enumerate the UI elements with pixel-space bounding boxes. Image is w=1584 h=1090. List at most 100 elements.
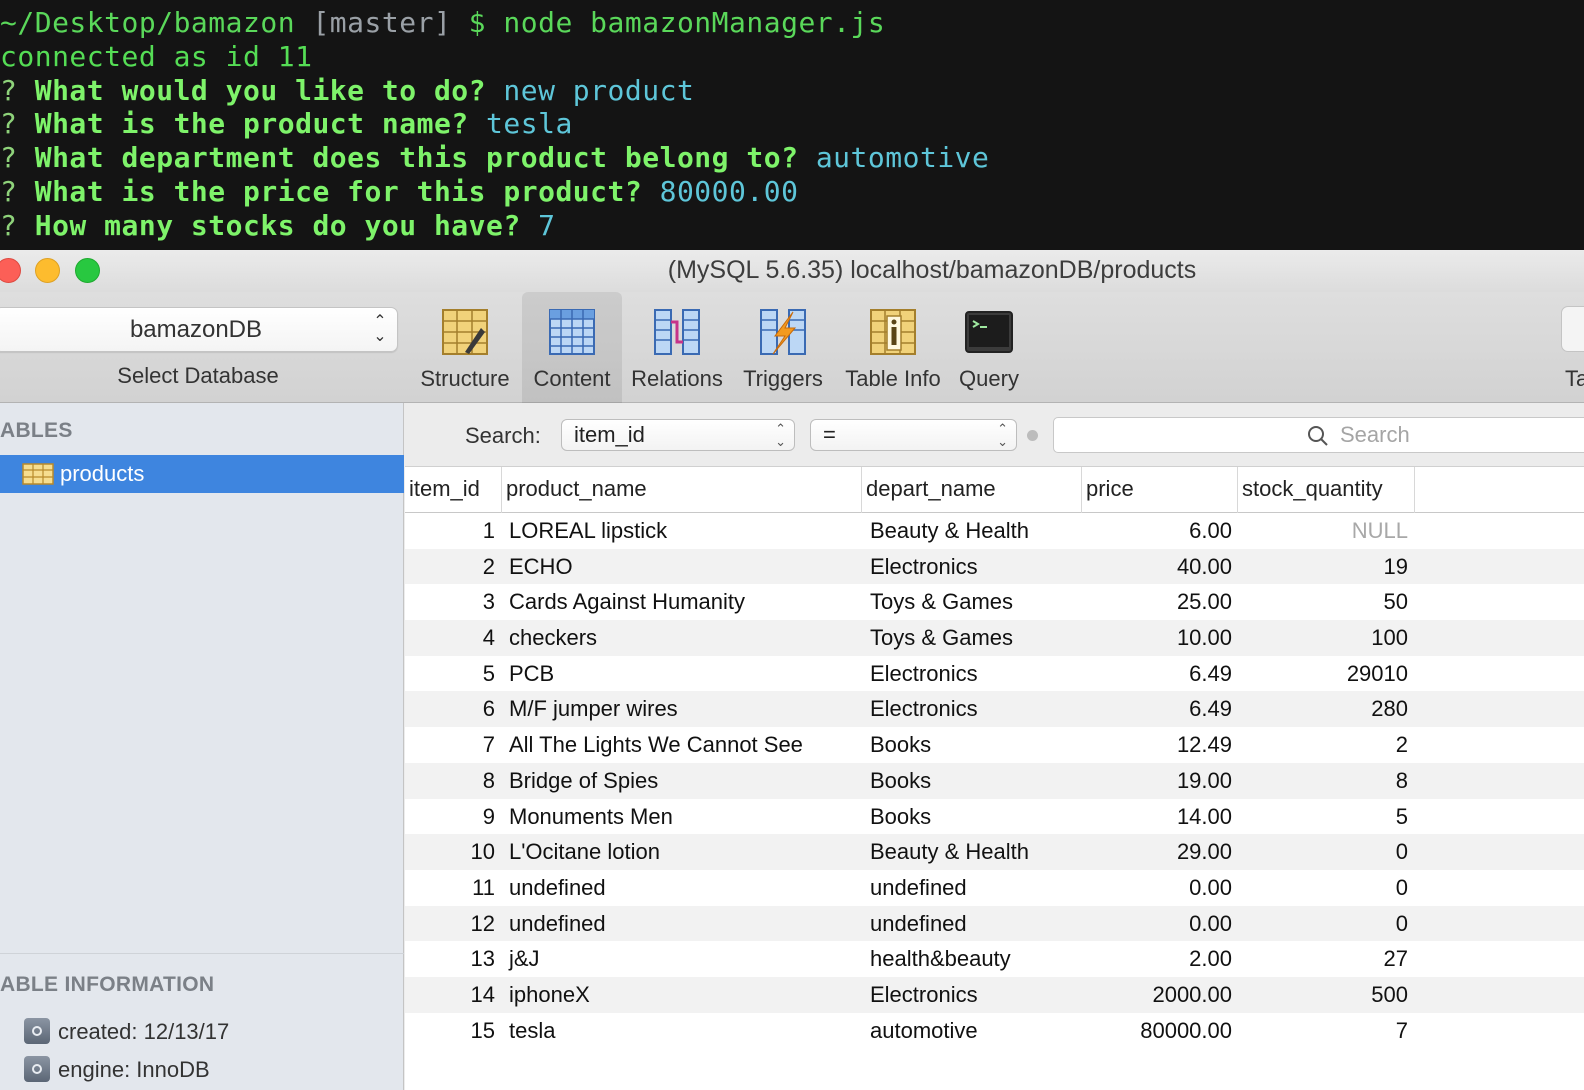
cell-stock-quantity[interactable]: 500 <box>1239 977 1408 1013</box>
cell-depart-name[interactable]: Electronics <box>870 977 1080 1013</box>
cell-price[interactable]: 6.49 <box>1083 656 1232 692</box>
table-row[interactable]: 14 iphoneX Electronics 2000.00 500 <box>405 976 1584 1013</box>
cell-stock-quantity[interactable]: 0 <box>1239 870 1408 906</box>
table-row[interactable]: 7 All The Lights We Cannot See Books 12.49 2 <box>405 727 1584 763</box>
table-row[interactable]: 8 Bridge of Spies Books 19.00 8 <box>405 762 1584 799</box>
cell-stock-quantity[interactable]: 19 <box>1239 549 1408 585</box>
cell-depart-name[interactable]: automotive <box>870 1013 1080 1049</box>
cell-item-id[interactable]: 10 <box>405 834 495 870</box>
cell-depart-name[interactable]: Books <box>870 727 1080 763</box>
column-header-item-id[interactable]: item_id <box>405 467 502 513</box>
cell-depart-name[interactable]: Books <box>870 799 1080 835</box>
cell-price[interactable]: 80000.00 <box>1083 1013 1232 1049</box>
cell-depart-name[interactable]: undefined <box>870 870 1080 906</box>
cell-product-name[interactable]: undefined <box>509 870 859 906</box>
cell-depart-name[interactable]: Books <box>870 763 1080 799</box>
cell-price[interactable]: 0.00 <box>1083 870 1232 906</box>
cell-stock-quantity[interactable]: NULL <box>1239 513 1408 549</box>
cell-stock-quantity[interactable]: 8 <box>1239 763 1408 799</box>
cell-price[interactable]: 0.00 <box>1083 906 1232 942</box>
cell-depart-name[interactable]: Electronics <box>870 549 1080 585</box>
table-triggers-button-partial[interactable] <box>1561 306 1584 352</box>
cell-product-name[interactable]: ECHO <box>509 549 859 585</box>
cell-item-id[interactable]: 5 <box>405 656 495 692</box>
cell-item-id[interactable]: 14 <box>405 977 495 1013</box>
cell-item-id[interactable]: 9 <box>405 799 495 835</box>
column-header-stock-quantity[interactable]: stock_quantity <box>1238 467 1415 513</box>
cell-price[interactable]: 10.00 <box>1083 620 1232 656</box>
search-input[interactable]: Search <box>1053 417 1584 453</box>
cell-product-name[interactable]: All The Lights We Cannot See <box>509 727 859 763</box>
cell-stock-quantity[interactable]: 29010 <box>1239 656 1408 692</box>
cell-item-id[interactable]: 6 <box>405 691 495 727</box>
filter-operator-select[interactable]: = ⌃ ⌄ <box>810 419 1017 451</box>
cell-price[interactable]: 2.00 <box>1083 941 1232 977</box>
cell-item-id[interactable]: 12 <box>405 906 495 942</box>
cell-price[interactable]: 12.49 <box>1083 727 1232 763</box>
cell-item-id[interactable]: 8 <box>405 763 495 799</box>
cell-item-id[interactable]: 13 <box>405 941 495 977</box>
cell-product-name[interactable]: LOREAL lipstick <box>509 513 859 549</box>
structure-button[interactable]: Structure <box>412 292 518 403</box>
cell-price[interactable]: 19.00 <box>1083 763 1232 799</box>
cell-price[interactable]: 6.00 <box>1083 513 1232 549</box>
cell-stock-quantity[interactable]: 50 <box>1239 584 1408 620</box>
cell-stock-quantity[interactable]: 0 <box>1239 834 1408 870</box>
cell-depart-name[interactable]: Electronics <box>870 691 1080 727</box>
column-header-product-name[interactable]: product_name <box>502 467 862 513</box>
cell-product-name[interactable]: iphoneX <box>509 977 859 1013</box>
column-header-price[interactable]: price <box>1082 467 1238 513</box>
cell-item-id[interactable]: 1 <box>405 513 495 549</box>
sidebar-item-products[interactable]: products <box>0 455 404 493</box>
cell-product-name[interactable]: L'Ocitane lotion <box>509 834 859 870</box>
table-info-button[interactable]: Table Info <box>838 292 948 403</box>
cell-item-id[interactable]: 15 <box>405 1013 495 1049</box>
cell-stock-quantity[interactable]: 27 <box>1239 941 1408 977</box>
table-row[interactable]: 13 j&J health&beauty 2.00 27 <box>405 941 1584 977</box>
cell-price[interactable]: 14.00 <box>1083 799 1232 835</box>
cell-depart-name[interactable]: undefined <box>870 906 1080 942</box>
cell-item-id[interactable]: 3 <box>405 584 495 620</box>
cell-price[interactable]: 29.00 <box>1083 834 1232 870</box>
cell-item-id[interactable]: 4 <box>405 620 495 656</box>
cell-stock-quantity[interactable]: 5 <box>1239 799 1408 835</box>
table-row[interactable]: 6 M/F jumper wires Electronics 6.49 280 <box>405 691 1584 728</box>
table-row[interactable]: 1 LOREAL lipstick Beauty & Health 6.00 NULL <box>405 513 1584 549</box>
cell-depart-name[interactable]: Toys & Games <box>870 584 1080 620</box>
table-row[interactable]: 15 tesla automotive 80000.00 7 <box>405 1013 1584 1049</box>
cell-stock-quantity[interactable]: 100 <box>1239 620 1408 656</box>
table-row[interactable]: 3 Cards Against Humanity Toys & Games 25.00… <box>405 584 1584 620</box>
cell-stock-quantity[interactable]: 0 <box>1239 906 1408 942</box>
table-row[interactable]: 2 ECHO Electronics 40.00 19 <box>405 548 1584 585</box>
cell-item-id[interactable]: 2 <box>405 549 495 585</box>
cell-product-name[interactable]: Monuments Men <box>509 799 859 835</box>
cell-stock-quantity[interactable]: 7 <box>1239 1013 1408 1049</box>
table-row[interactable]: 10 L'Ocitane lotion Beauty & Health 29.00 0 <box>405 834 1584 870</box>
cell-depart-name[interactable]: Toys & Games <box>870 620 1080 656</box>
table-row[interactable]: 9 Monuments Men Books 14.00 5 <box>405 799 1584 835</box>
cell-item-id[interactable]: 11 <box>405 870 495 906</box>
cell-product-name[interactable]: j&J <box>509 941 859 977</box>
cell-price[interactable]: 25.00 <box>1083 584 1232 620</box>
triggers-button[interactable]: Triggers <box>734 292 832 403</box>
cell-stock-quantity[interactable]: 2 <box>1239 727 1408 763</box>
query-button[interactable]: Query <box>952 292 1026 403</box>
content-button[interactable]: Content <box>522 292 622 403</box>
cell-product-name[interactable]: M/F jumper wires <box>509 691 859 727</box>
table-row[interactable]: 4 checkers Toys & Games 10.00 100 <box>405 620 1584 656</box>
cell-price[interactable]: 2000.00 <box>1083 977 1232 1013</box>
cell-product-name[interactable]: tesla <box>509 1013 859 1049</box>
cell-product-name[interactable]: undefined <box>509 906 859 942</box>
column-header-depart-name[interactable]: depart_name <box>862 467 1082 513</box>
table-row[interactable]: 12 undefined undefined 0.00 0 <box>405 905 1584 942</box>
table-row[interactable]: 11 undefined undefined 0.00 0 <box>405 870 1584 906</box>
cell-stock-quantity[interactable]: 280 <box>1239 691 1408 727</box>
cell-product-name[interactable]: Cards Against Humanity <box>509 584 859 620</box>
cell-product-name[interactable]: Bridge of Spies <box>509 763 859 799</box>
table-row[interactable]: 5 PCB Electronics 6.49 29010 <box>405 656 1584 692</box>
cell-depart-name[interactable]: Beauty & Health <box>870 834 1080 870</box>
title-bar[interactable]: (MySQL 5.6.35) localhost/bamazonDB/produ… <box>0 250 1584 292</box>
cell-product-name[interactable]: PCB <box>509 656 859 692</box>
cell-depart-name[interactable]: Beauty & Health <box>870 513 1080 549</box>
cell-product-name[interactable]: checkers <box>509 620 859 656</box>
